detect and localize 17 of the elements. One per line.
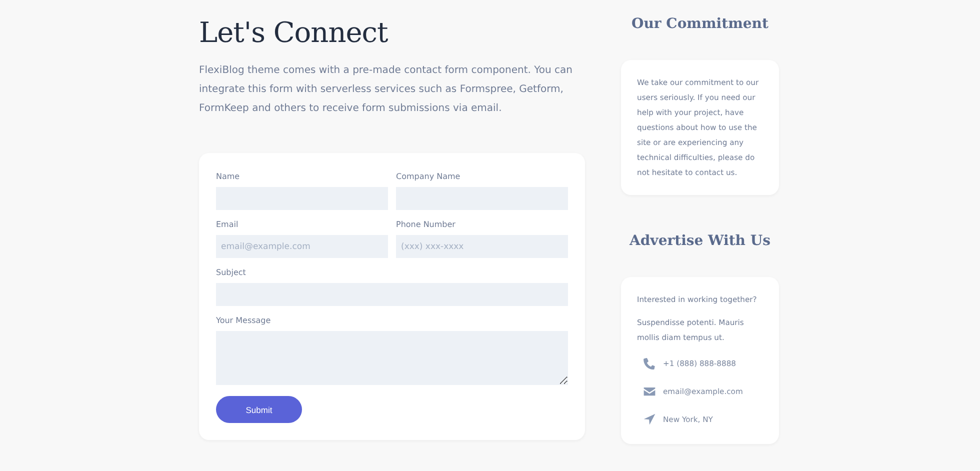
field-label: Email	[216, 219, 240, 229]
input-field[interactable]: (xxx) xxx-xxxx	[396, 235, 568, 258]
message-field[interactable]	[216, 331, 568, 385]
field-label: Name	[216, 171, 241, 181]
section-heading: Our Commitment	[630, 16, 770, 32]
input-field[interactable]: email@example.com	[216, 235, 388, 258]
envelope-icon	[643, 384, 656, 398]
section-heading: Advertise With Us	[628, 233, 772, 249]
field-label: Company Name	[396, 171, 462, 181]
navigation-arrow-icon	[643, 412, 656, 426]
phone-icon	[643, 356, 656, 370]
submit-button[interactable]: Submit	[216, 396, 302, 423]
field-label: Your Message	[216, 315, 272, 325]
intro-text: FlexiBlog theme comes with a pre-made contact form component. You can integrate this form with serverless services such as Formspree, Getform, FormKeep and others to receive form submissions via email.	[199, 64, 574, 116]
field-label: Phone Number	[396, 219, 456, 229]
field-label: Subject	[216, 267, 247, 277]
page-title: Let's Connect	[199, 16, 389, 49]
